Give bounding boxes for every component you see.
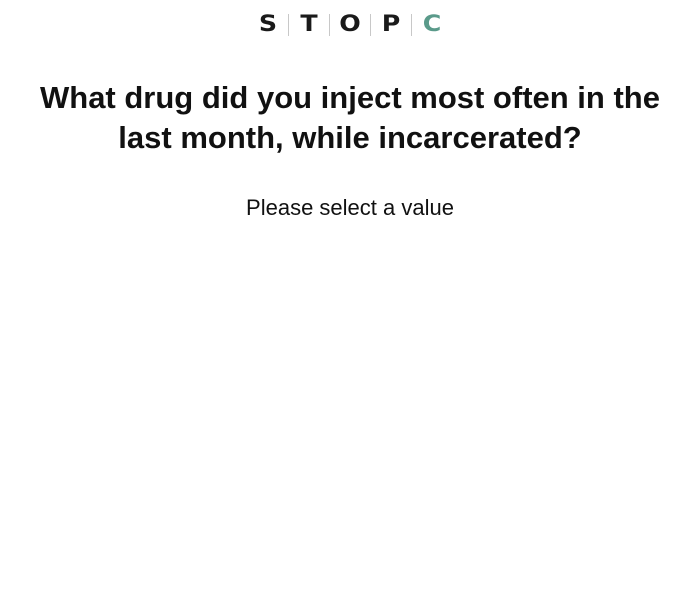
logo-letter-p: P bbox=[381, 12, 401, 37]
stopc-logo: S T O P C bbox=[0, 12, 700, 38]
validation-hint: Please select a value bbox=[246, 195, 454, 220]
logo-letter-c: C bbox=[422, 12, 442, 37]
question-title: What drug did you inject most often in t… bbox=[40, 80, 660, 155]
logo-letter-t: T bbox=[300, 12, 318, 37]
survey-page: S T O P C What drug did you inject most … bbox=[0, 0, 700, 600]
logo-letter-s: S bbox=[258, 12, 278, 37]
logo-letter-o: O bbox=[339, 12, 361, 37]
